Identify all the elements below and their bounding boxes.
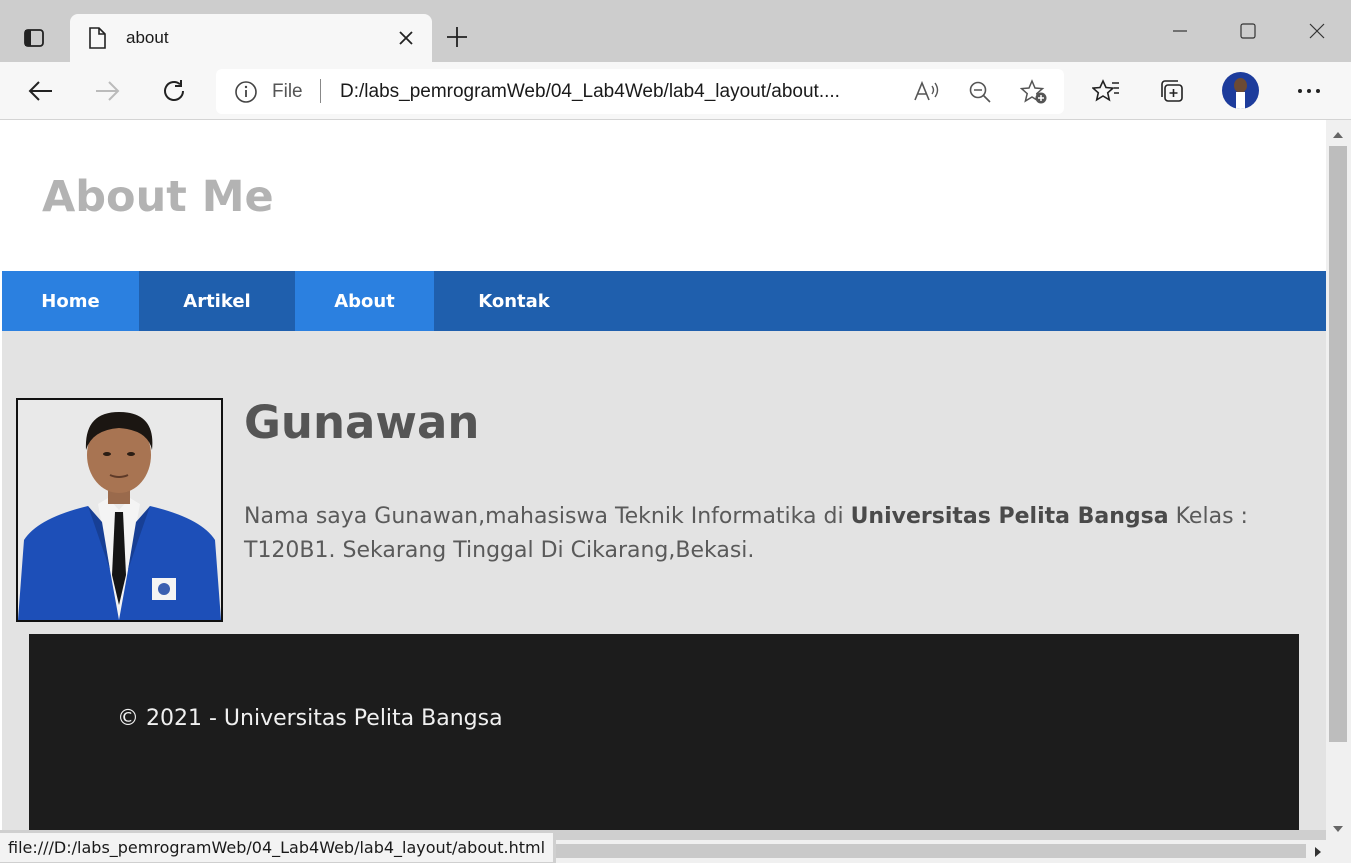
address-bar[interactable]: File D:/labs_pemrogramWeb/04_Lab4Web/lab…	[216, 69, 1064, 114]
browser-tab[interactable]: about	[70, 14, 432, 62]
more-options-icon[interactable]	[1290, 72, 1328, 110]
maximize-icon[interactable]	[1228, 14, 1268, 48]
refresh-icon[interactable]	[155, 72, 193, 110]
minimize-icon[interactable]	[1160, 14, 1200, 48]
scroll-down-icon[interactable]	[1332, 820, 1344, 838]
read-aloud-icon[interactable]	[910, 76, 942, 108]
tab-actions-icon[interactable]	[18, 22, 50, 54]
tab-bar: about	[0, 0, 1351, 62]
forward-arrow-icon[interactable]	[88, 72, 126, 110]
back-arrow-icon[interactable]	[22, 72, 60, 110]
status-bar-url: file:///D:/labs_pemrogramWeb/04_Lab4Web/…	[0, 832, 555, 863]
nav-artikel[interactable]: Artikel	[139, 271, 295, 331]
vertical-scroll-thumb[interactable]	[1329, 146, 1347, 742]
address-scheme-label: File	[272, 81, 303, 102]
bio-university: Universitas Pelita Bangsa	[850, 504, 1169, 529]
favorites-icon[interactable]	[1087, 72, 1125, 110]
vertical-scrollbar[interactable]	[1326, 120, 1351, 840]
close-window-icon[interactable]	[1297, 14, 1337, 48]
collections-icon[interactable]	[1153, 72, 1191, 110]
nav-about[interactable]: About	[295, 271, 434, 331]
scrollbar-corner	[1326, 840, 1351, 863]
browser-toolbar: File D:/labs_pemrogramWeb/04_Lab4Web/lab…	[0, 62, 1351, 120]
page-viewport: About Me Home Artikel About Kontak Gunaw…	[0, 120, 1326, 830]
tab-title: about	[126, 28, 169, 47]
profile-name: Gunawan	[244, 396, 480, 449]
zoom-out-icon[interactable]	[964, 76, 996, 108]
address-url[interactable]: D:/labs_pemrogramWeb/04_Lab4Web/lab4_lay…	[340, 81, 900, 103]
scroll-up-icon[interactable]	[1332, 126, 1344, 144]
main-nav: Home Artikel About Kontak	[2, 271, 1326, 331]
info-icon[interactable]	[234, 80, 258, 109]
site-footer: © 2021 - Universitas Pelita Bangsa	[29, 634, 1299, 830]
horizontal-scroll-thumb[interactable]	[556, 844, 1306, 858]
document-icon	[88, 27, 106, 54]
profile-avatar[interactable]	[1222, 72, 1259, 109]
nav-home[interactable]: Home	[2, 271, 139, 331]
new-tab-icon[interactable]	[442, 22, 472, 52]
bio-text-1: Nama saya Gunawan,mahasiswa Teknik Infor…	[244, 504, 851, 529]
footer-copyright: © 2021 - Universitas Pelita Bangsa	[117, 706, 503, 731]
profile-bio: Nama saya Gunawan,mahasiswa Teknik Infor…	[244, 500, 1294, 568]
page-title: About Me	[42, 172, 274, 222]
nav-kontak[interactable]: Kontak	[434, 271, 594, 331]
profile-photo	[16, 398, 223, 622]
horizontal-scrollbar[interactable]	[556, 840, 1326, 863]
site-header: About Me	[2, 120, 1326, 271]
scroll-right-icon[interactable]	[1314, 845, 1322, 863]
add-favorite-icon[interactable]	[1018, 76, 1050, 108]
address-separator	[320, 79, 321, 103]
close-tab-icon[interactable]	[394, 26, 418, 50]
